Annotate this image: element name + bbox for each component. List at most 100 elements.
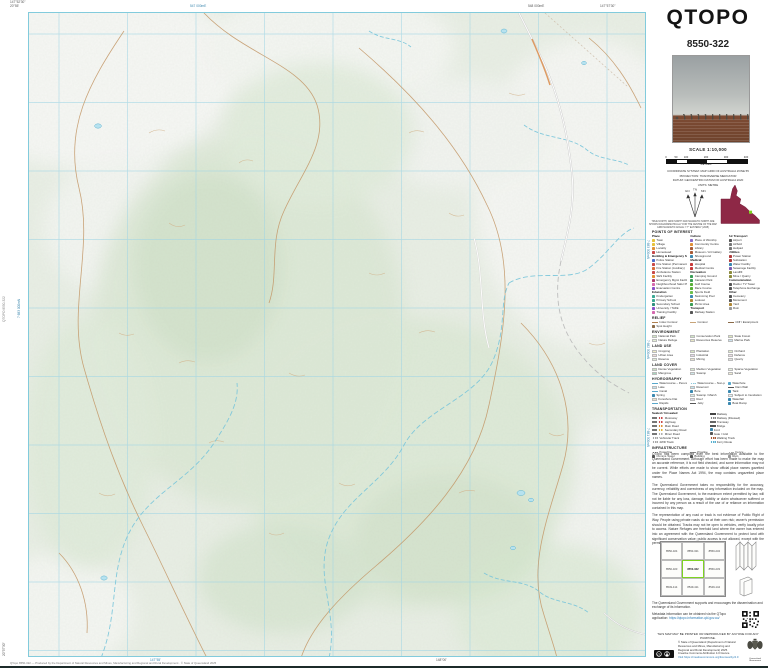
coordinate-system: COORDINATE SYSTEM: MAP GRID OF AUSTRALIA… (667, 169, 749, 173)
legend-swatch (652, 262, 655, 266)
adjacent-sheet-cell: 8549-414 (661, 578, 683, 596)
sheet-side-note: QTOPO 8550-322 (2, 296, 6, 322)
magnetic-north-label: MN (701, 189, 706, 193)
map-canvas (28, 12, 646, 657)
legend-item: 4WD Track (652, 440, 707, 444)
grid-north-label: GN (685, 189, 690, 193)
scale-tick: 50 (674, 155, 678, 159)
adjacent-sheets-index: 8550-324 8550-321 8550-234 8550-323 8550-322… (660, 541, 726, 597)
scale-tick: 300 (723, 155, 729, 159)
page-title: QTOPO (666, 6, 750, 29)
qtopo-map-sheet: 147°52'30" 20°55' 147°57'30" 547 000mE 5… (0, 0, 768, 671)
legend-swatch (652, 306, 655, 310)
legend-swatch (652, 270, 655, 274)
corner-label-ne-lon: 147°57'30" (600, 4, 616, 8)
legend-column: Air Transport Airport Airfield Helipad Utili… (728, 234, 764, 314)
legend-section-title: TRANSPORTATION (652, 407, 687, 412)
legend-section-title: RELIEF (652, 315, 666, 320)
copyright-block: © State of Queensland (Department of Nat… (678, 640, 740, 660)
adjacent-sheet-cell: 8549-144 (703, 578, 725, 596)
legend-column: Sealed / Unsealed Motorway Highway Main Roa… (652, 412, 707, 444)
legend-item: Ferry Route (709, 440, 765, 444)
legend-swatch (652, 302, 655, 306)
scale-units: METRES (700, 162, 712, 166)
legend-section-title: HYDROGRAPHY (652, 377, 682, 381)
legend-column: Place Town Village Locality Homestead Buildin… (652, 234, 687, 314)
legend-item: Boat Ramp (728, 402, 763, 406)
corner-label-sw-lat: 20°57'30" (2, 642, 6, 656)
legend-swatch (652, 282, 655, 286)
production-note: QTopo 8550-322 — Produced by the Departm… (10, 661, 217, 665)
legend-swatch (652, 310, 655, 314)
legend-item: Quarry (728, 357, 763, 361)
legend-grid: Cropping Plantation Orchard Urban Area Indus… (652, 349, 764, 361)
grid-label-northing-r1: 7 683 000mN (646, 240, 650, 260)
scale-bar: 0 50 100 200 300 400 METRES (665, 155, 750, 166)
crest-icon (747, 638, 763, 650)
legend-column: Railway Railway (Disused) Tramway Bridge For… (709, 412, 765, 444)
legend-section-title: POINTS OF INTEREST (652, 229, 693, 234)
legend-item: Reserve (652, 357, 687, 361)
legend-item: Swamp (690, 371, 725, 375)
legend-section-title: ENVIRONMENT (652, 330, 681, 335)
corner-label-nw-lat: 20°55' (10, 4, 19, 8)
creative-commons-badge: cc (654, 650, 674, 658)
dissemination-note: The Queensland Government supports and e… (652, 601, 763, 610)
legend-item: Mangrove (652, 371, 687, 375)
adjacent-sheet-cell: 8550-234 (703, 542, 725, 560)
grid-label-northing-r3: 7 681 000mN (646, 428, 650, 448)
legend-grid: Dense Vegetation Medium Vegetation Sparse … (652, 367, 764, 375)
locality-photo (672, 55, 750, 143)
disclaimer-text: QTopo has been compiled from the best in… (652, 452, 764, 549)
adjacent-sheet-cell: 8550-322 (682, 560, 704, 578)
legend-item: Mining (690, 357, 725, 361)
legend-item: Marine Park (728, 339, 763, 343)
svg-text:cc: cc (657, 652, 661, 656)
scale-label: SCALE 1:10,000 (689, 147, 727, 152)
scale-tick: 200 (703, 155, 709, 159)
legend-grid: Watercourse – PerennialWatercourse – Non… (652, 382, 764, 406)
legend-column: Culture Place of Worship Community Centre L… (690, 234, 725, 314)
legend-item: Cliff / Escarpment (728, 321, 763, 325)
legend-swatch (652, 258, 655, 262)
grid-label-northing-left: 7 683 000mN (17, 298, 21, 318)
legend-section-title: LAND COVER (652, 362, 678, 367)
qr-code (742, 611, 759, 628)
legend-swatch (652, 298, 655, 302)
disclaimer-paragraph: The Queensland Government takes no respo… (652, 482, 764, 510)
scale-tick: 0 (665, 155, 667, 159)
bottom-label-lon2: 148°00' (436, 658, 447, 662)
legend-swatch (652, 238, 655, 242)
grid-label-northing-r2: 7 682 000mN (646, 340, 650, 360)
folding-guide-diagram (735, 541, 757, 597)
legend-swatch (652, 294, 655, 298)
legend: POINTS OF INTEREST Place Town Village Local… (652, 228, 764, 458)
north-diagram-block: GN TN MN TRUE NORTH, GRID NORTH AND MAGN… (648, 185, 768, 229)
scale-tick: 100 (683, 155, 689, 159)
adjacent-sheet-cell: 8550-233 (703, 560, 725, 578)
legend-item: Contour (690, 321, 725, 325)
legend-grid: Index Contour Contour Cliff / Escarpment Sp… (652, 321, 764, 329)
adjacent-sheet-cell: 8550-324 (661, 542, 683, 560)
legend-swatch (652, 242, 655, 246)
legend-section-title: INFRASTRUCTURE (652, 445, 688, 450)
legend-swatch (652, 246, 655, 250)
adjacent-sheet-cell: 8550-321 (682, 542, 704, 560)
page-trim-line (0, 666, 768, 669)
legend-item: Jetty (690, 402, 725, 406)
grid-label-easting-1: 547 000mE (190, 4, 207, 8)
metadata-note: Metadata information can be obtained via… (652, 612, 727, 621)
legend-item: Sand (728, 371, 763, 375)
legend-swatch (652, 278, 655, 282)
legend-item: Ruin (728, 306, 764, 310)
legend-item: Nature Refuge (652, 339, 687, 343)
legend-item: Railway Station (690, 310, 725, 314)
sheet-number: 8550-322 (686, 39, 730, 50)
qtopo-app-link[interactable]: https://qtopo.information.qld.gov.au/ (669, 616, 719, 620)
qld-government-crest: Queensland Government (744, 638, 766, 663)
disclaimer-paragraph: QTopo has been compiled from the best in… (652, 452, 764, 480)
licence-link[interactable]: Visit https://creativecommons.org/licens… (678, 655, 740, 660)
terrain-layer (29, 13, 645, 656)
scale-tick: 400 (743, 155, 749, 159)
legend-swatch (652, 266, 655, 270)
